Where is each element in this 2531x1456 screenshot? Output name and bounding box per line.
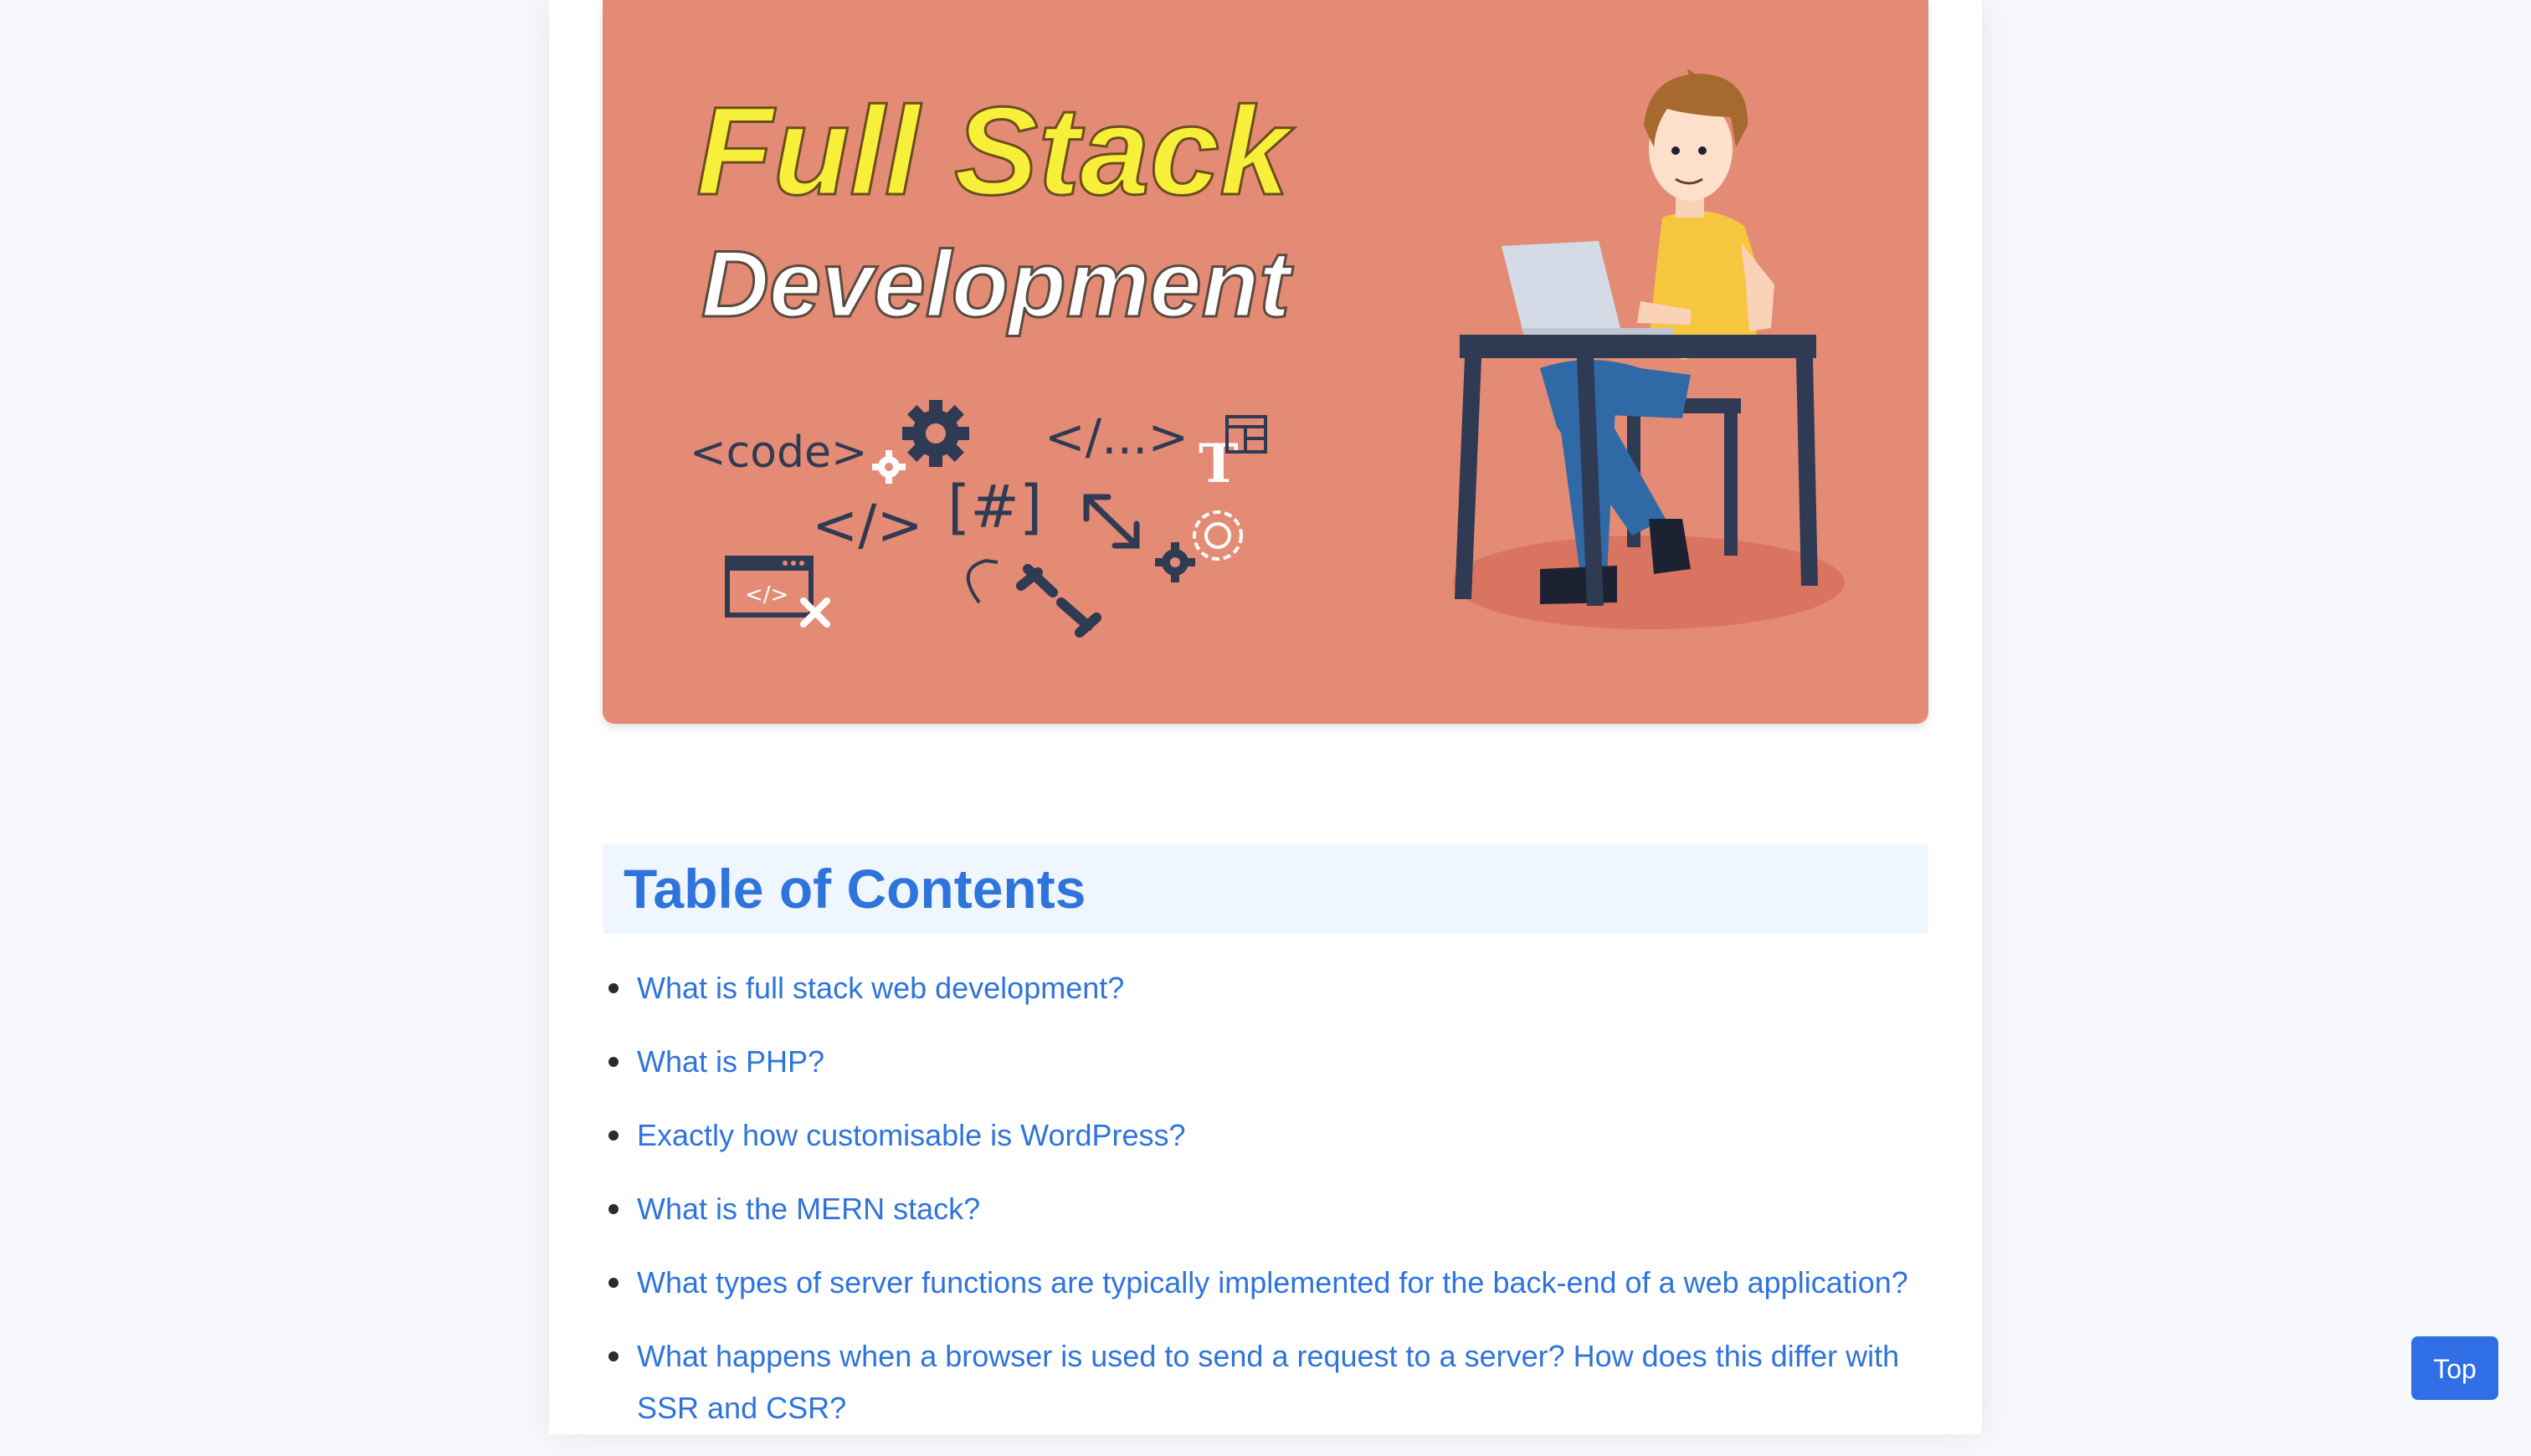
gear-icon: [902, 400, 969, 467]
bullet-icon: [608, 1204, 619, 1214]
toc-list-item: What is the MERN stack?: [603, 1183, 1942, 1235]
bullet-icon: [608, 1130, 619, 1141]
bullet-icon: [608, 983, 619, 993]
back-to-top-button[interactable]: Top: [2411, 1336, 2498, 1400]
toc-list-item: What happens when a browser is used to s…: [603, 1330, 1942, 1434]
resize-arrows-icon: [1083, 494, 1140, 549]
developer-illustration: [1453, 69, 1845, 629]
ellipsis-tag-label: </...>: [1045, 408, 1188, 465]
chain-link-icon: [1016, 564, 1101, 638]
toc-list-item: Exactly how customisable is WordPress?: [603, 1110, 1942, 1161]
outline-gear-icon: [1193, 510, 1243, 561]
toc-list-item: What is full stack web development?: [603, 962, 1942, 1014]
hero-banner-image: Full Stack Development <code> </> </...>…: [603, 0, 1928, 724]
code-window-tag: </>: [745, 582, 788, 608]
code-tag-label: <code>: [690, 428, 868, 478]
hero-title-line2: Development: [701, 232, 1294, 336]
article-page: Full Stack Development <code> </> </...>…: [549, 0, 1982, 1434]
bullet-icon: [608, 1278, 619, 1288]
toc-link-mern[interactable]: What is the MERN stack?: [637, 1192, 980, 1226]
hero-title-line1: Full Stack: [696, 80, 1295, 221]
bullet-icon: [608, 1351, 619, 1361]
hero-illustration: Full Stack Development <code> </> </...>…: [690, 69, 1845, 638]
close-tag-label: </>: [812, 493, 923, 557]
toc-link-server-functions[interactable]: What types of server functions are typic…: [637, 1265, 1908, 1300]
bullet-icon: [608, 1057, 619, 1067]
text-t-icon: T: [1199, 433, 1239, 495]
hash-tag-label: [#]: [947, 473, 1042, 541]
toc-list-item: What types of server functions are typic…: [603, 1257, 1942, 1309]
small-gear-icon: [872, 450, 906, 484]
toc-link-full-stack[interactable]: What is full stack web development?: [637, 971, 1124, 1005]
toc-title: Table of Contents: [624, 858, 1086, 920]
toc-list-item: What is PHP?: [603, 1036, 1942, 1088]
toc-link-wordpress[interactable]: Exactly how customisable is WordPress?: [637, 1118, 1186, 1152]
toc-link-ssr-csr[interactable]: What happens when a browser is used to s…: [637, 1339, 1899, 1425]
toc-list: What is full stack web development? What…: [603, 962, 1942, 1456]
code-window-icon: </>: [725, 556, 814, 618]
toc-link-php[interactable]: What is PHP?: [637, 1044, 824, 1079]
dark-gear-icon: [1155, 542, 1195, 582]
bezier-curve-icon: [966, 558, 999, 604]
toc-header: Table of Contents: [603, 843, 1928, 934]
